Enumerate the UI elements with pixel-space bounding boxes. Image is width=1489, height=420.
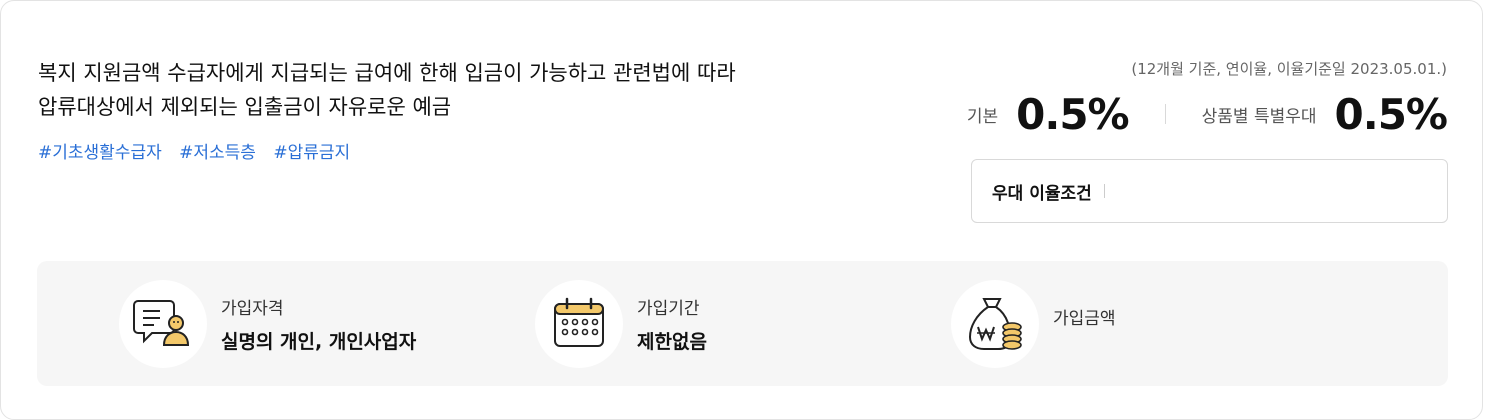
special-rate-value: 0.5% (1334, 89, 1448, 139)
info-panel: 가입자격 실명의 개인, 개인사업자 가입기간 제한없음 가입금액 (37, 261, 1448, 386)
base-rate-label: 기본 (966, 106, 999, 127)
eligibility-value: 실명의 개인, 개인사업자 (221, 331, 417, 353)
tag-list: #기초생활수급자 #저소득층 #압류금지 (38, 138, 362, 163)
period-title: 가입기간 (637, 299, 700, 319)
preferential-condition-label: 우대 이율조건 (992, 183, 1092, 204)
rate-row: 기본 0.5% 상품별 특별우대 0.5% (966, 84, 1448, 144)
amount-item: 가입금액 (951, 280, 1116, 368)
condition-divider (1103, 184, 1105, 198)
description-line-2: 압류대상에서 제외되는 입출금이 자유로운 예금 (38, 95, 452, 119)
period-value: 제한없음 (637, 331, 707, 353)
description-line-1: 복지 지원금액 수급자에게 지급되는 급여에 한해 입금이 가능하고 관련법에 … (38, 61, 736, 85)
period-item: 가입기간 제한없음 (535, 280, 707, 368)
rate-divider (1164, 104, 1166, 124)
tag-item[interactable]: #기초생활수급자 (38, 143, 162, 163)
rate-note: (12개월 기준, 연이율, 이율기준일 2023.05.01.) (1131, 60, 1447, 78)
eligibility-title: 가입자격 (221, 299, 284, 319)
product-description: 복지 지원금액 수급자에게 지급되는 급여에 한해 입금이 가능하고 관련법에 … (38, 56, 918, 124)
eligibility-item: 가입자격 실명의 개인, 개인사업자 (119, 280, 416, 368)
amount-title: 가입금액 (1053, 309, 1116, 329)
tag-item[interactable]: #저소득층 (179, 143, 256, 163)
base-rate-value: 0.5% (1016, 89, 1129, 139)
calendar-icon (535, 280, 623, 368)
person-document-icon (119, 280, 207, 368)
money-bag-icon (951, 280, 1039, 368)
tag-item[interactable]: #압류금지 (273, 143, 350, 163)
preferential-condition-button[interactable]: 우대 이율조건 (971, 159, 1448, 223)
special-rate-label: 상품별 특별우대 (1201, 106, 1317, 127)
